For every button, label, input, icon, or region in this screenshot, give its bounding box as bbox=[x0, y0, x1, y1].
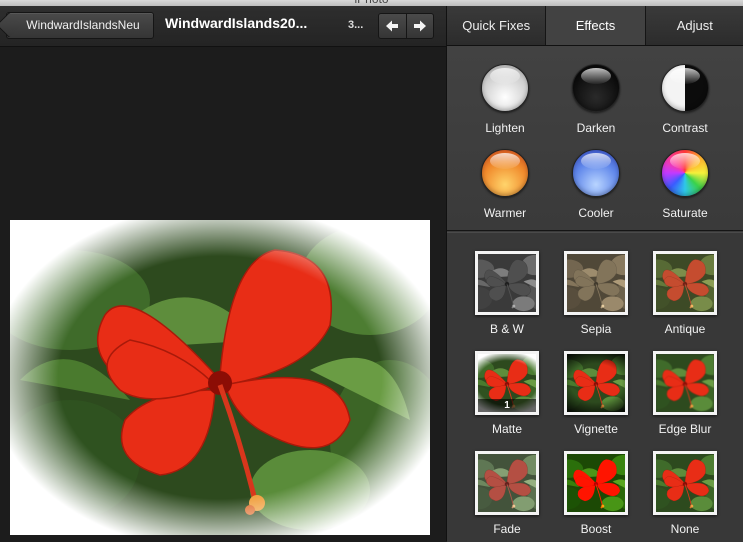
effect-thumbnail bbox=[475, 251, 539, 315]
effect-thumbnail bbox=[475, 451, 539, 515]
effect-cooler-button[interactable]: Cooler bbox=[548, 149, 644, 220]
effect-label: Cooler bbox=[578, 206, 614, 220]
arrow-right-icon bbox=[413, 20, 426, 32]
photo-count: 3... bbox=[348, 19, 364, 31]
effect-thumbnail bbox=[564, 351, 628, 415]
tab-quick-fixes[interactable]: Quick Fixes bbox=[447, 6, 546, 45]
effect-saturate-button[interactable]: Saturate bbox=[637, 149, 733, 220]
effect-none-button[interactable]: None bbox=[637, 451, 733, 536]
effect-label: Boost bbox=[580, 522, 612, 536]
effect-label: Fade bbox=[493, 522, 521, 536]
cooler-orb-icon bbox=[572, 149, 620, 197]
effect-label: Matte bbox=[491, 422, 522, 436]
effect-contrast-button[interactable]: Contrast bbox=[637, 64, 733, 135]
arrow-left-icon bbox=[386, 20, 399, 32]
tab-effects[interactable]: Effects bbox=[545, 6, 645, 45]
effect-darken-button[interactable]: Darken bbox=[548, 64, 644, 135]
photo-viewer bbox=[0, 47, 446, 541]
effect-label: Sepia bbox=[580, 322, 612, 336]
effect-fade-button[interactable]: Fade bbox=[459, 451, 555, 536]
photo-navigation bbox=[378, 13, 434, 39]
effect-matte-button[interactable]: 1 Matte bbox=[459, 351, 555, 436]
effect-sepia-button[interactable]: Sepia bbox=[548, 251, 644, 336]
saturate-orb-icon bbox=[661, 149, 709, 197]
effect-thumbnail bbox=[564, 251, 628, 315]
effect-thumbnail bbox=[653, 451, 717, 515]
effect-label: B & W bbox=[489, 322, 524, 336]
effect-boost-button[interactable]: Boost bbox=[548, 451, 644, 536]
next-photo-button[interactable] bbox=[405, 14, 434, 38]
effect-label: Darken bbox=[576, 121, 616, 135]
effect-label: Antique bbox=[664, 322, 706, 336]
warmer-orb-icon bbox=[481, 149, 529, 197]
color-effects: Lighten Darken Contrast Warmer Cooler Sa… bbox=[447, 46, 743, 231]
effect-warmer-button[interactable]: Warmer bbox=[457, 149, 553, 220]
effect-bw-button[interactable]: B & W bbox=[459, 251, 555, 336]
effect-label: Warmer bbox=[483, 206, 527, 220]
photo-title: WindwardIslands20... bbox=[165, 15, 308, 31]
effect-label: Edge Blur bbox=[658, 422, 712, 436]
effect-label: Vignette bbox=[574, 422, 618, 436]
back-button-label: WindwardIslandsNeu bbox=[26, 18, 140, 32]
edit-panel: Quick Fixes Effects Adjust Lighten Darke… bbox=[446, 6, 743, 542]
effect-label: None bbox=[670, 522, 700, 536]
darken-orb-icon bbox=[572, 64, 620, 112]
effect-thumbnail bbox=[653, 351, 717, 415]
photo-effects: B & W Sepia Antique 1 Matte Vignette Edg… bbox=[447, 232, 743, 542]
effect-antique-button[interactable]: Antique bbox=[637, 251, 733, 336]
effect-label: Saturate bbox=[662, 206, 708, 220]
intensity-badge: 1 bbox=[478, 399, 536, 412]
effect-vignette-button[interactable]: Vignette bbox=[548, 351, 644, 436]
effect-label: Contrast bbox=[662, 121, 708, 135]
back-to-album-button[interactable]: WindwardIslandsNeu bbox=[6, 12, 154, 39]
effect-lighten-button[interactable]: Lighten bbox=[457, 64, 553, 135]
toolbar: WindwardIslandsNeu WindwardIslands20... … bbox=[0, 6, 446, 47]
effect-thumbnail bbox=[653, 251, 717, 315]
previous-photo-button[interactable] bbox=[379, 14, 406, 38]
edit-tabs: Quick Fixes Effects Adjust bbox=[447, 6, 743, 46]
effect-thumbnail: 1 bbox=[475, 351, 539, 415]
contrast-orb-icon bbox=[661, 64, 709, 112]
tab-adjust[interactable]: Adjust bbox=[644, 6, 743, 45]
lighten-orb-icon bbox=[481, 64, 529, 112]
hibiscus-photo bbox=[10, 220, 430, 535]
effect-edge-blur-button[interactable]: Edge Blur bbox=[637, 351, 733, 436]
effect-label: Lighten bbox=[485, 121, 525, 135]
effect-thumbnail bbox=[564, 451, 628, 515]
photo-canvas[interactable] bbox=[10, 220, 430, 535]
